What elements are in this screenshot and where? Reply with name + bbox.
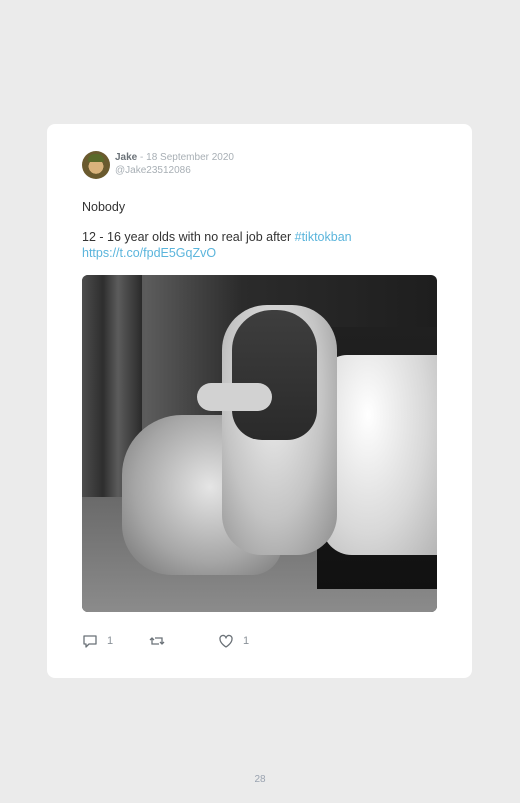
hashtag-link[interactable]: #tiktokban bbox=[295, 230, 352, 244]
reply-count: 1 bbox=[107, 635, 114, 647]
meta-separator: - bbox=[137, 152, 147, 163]
like-button[interactable]: 1 bbox=[218, 633, 249, 649]
tweet-line-2-text: 12 - 16 year olds with no real job after bbox=[82, 230, 295, 244]
tweet-line-2: 12 - 16 year olds with no real job after… bbox=[82, 229, 442, 245]
author-meta: Jake - 18 September 2020 bbox=[115, 152, 234, 164]
reply-button[interactable]: 1 bbox=[82, 633, 113, 649]
tweet-card: Jake - 18 September 2020 @Jake23512086 N… bbox=[47, 124, 472, 678]
tweet-photo[interactable] bbox=[82, 275, 437, 612]
url-link[interactable]: https://t.co/fpdE5GqZvO bbox=[82, 246, 216, 260]
author-handle[interactable]: @Jake23512086 bbox=[115, 165, 191, 176]
photo-hair bbox=[232, 310, 317, 440]
retweet-button[interactable] bbox=[149, 633, 174, 649]
avatar[interactable] bbox=[82, 151, 110, 179]
photo-sheet bbox=[322, 355, 437, 555]
retweet-icon bbox=[149, 637, 165, 645]
reply-icon bbox=[83, 635, 97, 648]
photo-arm bbox=[197, 383, 272, 411]
tweet-text: Nobody 12 - 16 year olds with no real jo… bbox=[82, 199, 442, 261]
author-name[interactable]: Jake bbox=[115, 152, 137, 163]
tweet-date[interactable]: 18 September 2020 bbox=[146, 152, 234, 163]
tweet-line-1: Nobody bbox=[82, 200, 126, 214]
heart-icon bbox=[219, 634, 233, 648]
like-count: 1 bbox=[243, 635, 250, 647]
page-number: 28 bbox=[254, 774, 266, 785]
